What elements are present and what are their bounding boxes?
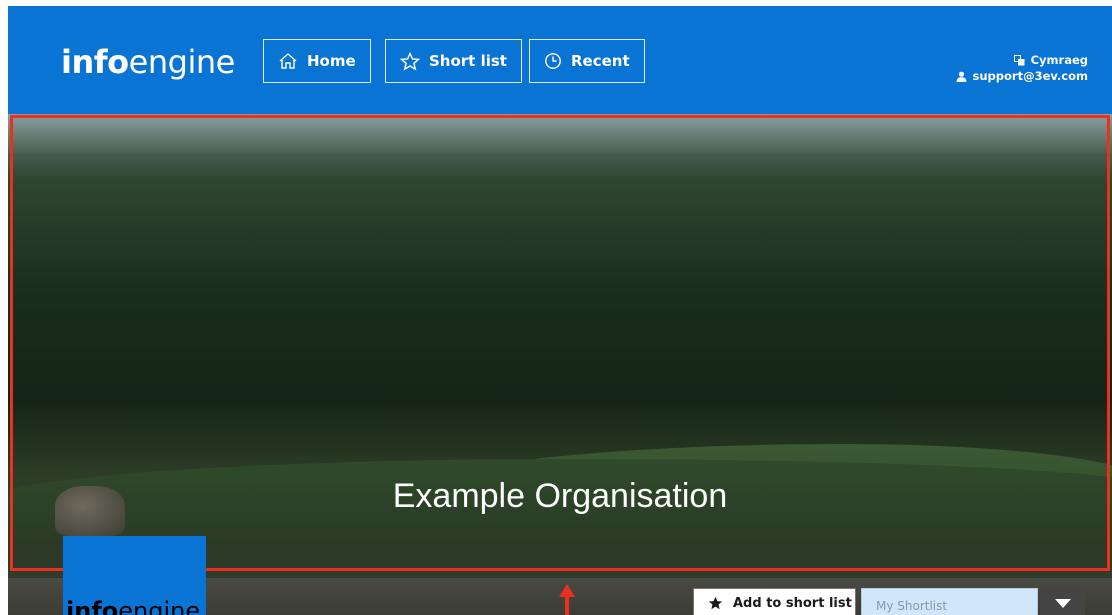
add-to-shortlist-button[interactable]: Add to short list	[693, 588, 856, 615]
header-user-links: Cymraeg support@3ev.com	[956, 52, 1089, 84]
logo-light-text: engine	[128, 43, 236, 81]
my-shortlist-placeholder: My Shortlist	[876, 599, 948, 613]
nav-home-button[interactable]: Home	[263, 39, 371, 83]
top-header: infoengine Home Short list Recent Cymrae…	[8, 6, 1112, 114]
hero-banner: Example Organisation	[8, 114, 1112, 578]
star-filled-icon	[708, 596, 723, 610]
organisation-logo: infoengine	[66, 599, 200, 615]
nav-shortlist-button[interactable]: Short list	[385, 39, 522, 83]
user-account-link[interactable]: support@3ev.com	[956, 68, 1089, 84]
hero-sky	[8, 114, 1112, 154]
annotation-arrow-shaft	[565, 596, 569, 615]
nav-recent-button[interactable]: Recent	[529, 39, 645, 83]
small-logo-bold: info	[66, 597, 119, 615]
site-logo[interactable]: infoengine	[61, 46, 235, 78]
star-icon	[400, 51, 420, 71]
small-logo-light: engine	[118, 597, 201, 615]
my-shortlist-select[interactable]: My Shortlist	[861, 588, 1038, 615]
shortlist-dropdown-toggle[interactable]	[1040, 588, 1085, 615]
annotation-arrow-head	[559, 584, 575, 597]
home-icon	[279, 53, 297, 69]
add-to-shortlist-label: Add to short list	[733, 595, 852, 611]
user-email: support@3ev.com	[972, 69, 1089, 83]
user-icon	[956, 71, 966, 82]
nav-home-label: Home	[307, 52, 356, 70]
clock-icon	[545, 53, 561, 69]
language-link[interactable]: Cymraeg	[956, 52, 1088, 68]
organisation-title: Example Organisation	[392, 477, 728, 515]
nav-shortlist-label: Short list	[429, 52, 507, 70]
logo-bold-text: info	[61, 43, 129, 81]
language-icon	[1013, 54, 1025, 65]
chevron-down-icon	[1054, 598, 1071, 608]
nav-recent-label: Recent	[571, 52, 630, 70]
language-link-label: Cymraeg	[1030, 53, 1088, 67]
